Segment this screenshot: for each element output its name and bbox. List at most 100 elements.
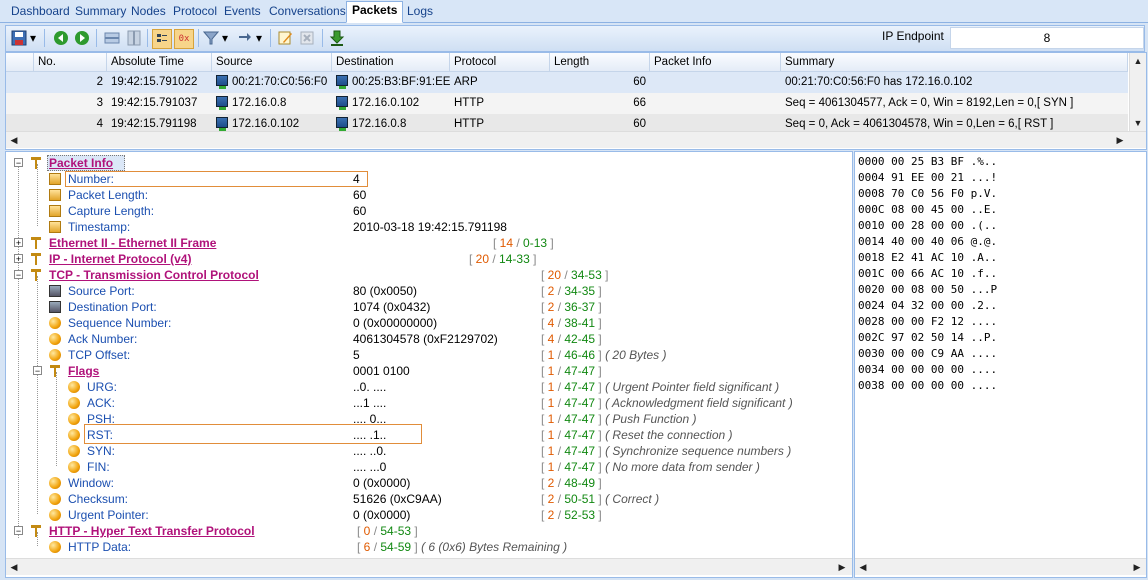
tree-node-ethernet[interactable]: + Ethernet II - Ethernet II Frame [ 14 /…	[6, 235, 846, 251]
tree-flag[interactable]: URG: ..0. .... [ 1 / 47-47 ] ( Urgent Po…	[6, 379, 846, 395]
tree-flag[interactable]: RST: .... .1.. [ 1 / 47-47 ] ( Reset the…	[6, 427, 846, 443]
column-header-destination[interactable]: Destination	[332, 53, 450, 72]
tree-node-tcp[interactable]: − TCP - Transmission Control Protocol [ …	[6, 267, 846, 283]
hex-line: 0028 00 00 F2 12 ....	[858, 315, 998, 328]
packet-table-vertical-scrollbar[interactable]: ▲ ▼	[1129, 53, 1146, 131]
column-header-absolute-time[interactable]: Absolute Time	[107, 53, 212, 72]
scroll-left-icon[interactable]: ◀	[6, 132, 22, 148]
tree-field[interactable]: Number: 4	[6, 171, 846, 187]
column-header-summary[interactable]: Summary	[781, 53, 1128, 72]
collapse-icon[interactable]: −	[14, 526, 23, 536]
scroll-right-icon[interactable]: ▶	[1129, 559, 1145, 575]
decode-icon[interactable]	[152, 29, 172, 49]
byte-range: [ 1 / 47-47 ] ( Acknowledgment field sig…	[541, 396, 793, 410]
field-value: 51626 (0xC9AA)	[353, 492, 442, 506]
tree-field[interactable]: Ack Number: 4061304578 (0xF2129702) [ 4 …	[6, 331, 846, 347]
tree-node-ip[interactable]: + IP - Internet Protocol (v4) [ 20 / 14-…	[6, 251, 846, 267]
network-adapter-icon	[216, 117, 228, 131]
toolbar: ▾ 0x ▾ ▾ IP Endpoint 8	[5, 25, 1145, 52]
tree-flag[interactable]: SYN: .... ..0. [ 1 / 47-47 ] ( Synchroni…	[6, 443, 846, 459]
panel-icon[interactable]	[125, 29, 143, 47]
byte-range: [ 4 / 42-45 ]	[541, 332, 602, 346]
delete-icon[interactable]	[298, 29, 316, 47]
tab-protocol[interactable]: Protocol	[168, 3, 222, 21]
tree-flag[interactable]: ACK: ...1 .... [ 1 / 47-47 ] ( Acknowled…	[6, 395, 846, 411]
table-row[interactable]: 2 19:42:15.791022 00:21:70:C0:56:F0 00:2…	[6, 72, 1128, 94]
cell-source: 00:21:70:C0:56:F0	[212, 72, 332, 93]
tree-field[interactable]: HTTP Data: [ 6 / 54-59 ] ( 6 (0x6) Bytes…	[6, 539, 846, 555]
hex-line: 002C 97 02 50 14 ..P.	[858, 331, 998, 344]
protocol-icon	[30, 237, 42, 249]
byte-range: [ 2 / 50-51 ] ( Correct )	[541, 492, 660, 506]
back-icon[interactable]	[52, 29, 70, 47]
tree-field[interactable]: Window: 0 (0x0000) [ 2 / 48-49 ]	[6, 475, 846, 491]
routes-dropdown-icon[interactable]: ▾	[254, 29, 264, 47]
tree-field[interactable]: Checksum: 51626 (0xC9AA) [ 2 / 50-51 ] (…	[6, 491, 846, 507]
tab-summary[interactable]: Summary	[70, 3, 131, 21]
field-bullet-icon	[49, 349, 61, 361]
field-icon	[49, 189, 61, 201]
field-bullet-icon	[68, 461, 80, 473]
tree-field[interactable]: Source Port: 80 (0x0050) [ 2 / 34-35 ]	[6, 283, 846, 299]
column-header-length[interactable]: Length	[550, 53, 650, 72]
scroll-left-icon[interactable]: ◀	[855, 559, 871, 575]
hex-horizontal-scrollbar[interactable]: ◀ ▶	[855, 558, 1146, 575]
byte-range: [ 20 / 14-33 ]	[469, 252, 537, 266]
hex-line: 0034 00 00 00 00 ....	[858, 363, 998, 376]
tree-flag[interactable]: FIN: .... ...0 [ 1 / 47-47 ] ( No more d…	[6, 459, 846, 475]
tab-dashboard[interactable]: Dashboard	[6, 3, 75, 21]
packet-table-horizontal-scrollbar[interactable]: ◀ ▶	[6, 131, 1146, 148]
field-value: 0 (0x0000)	[353, 508, 411, 522]
filter-dropdown-icon[interactable]: ▾	[220, 29, 230, 47]
tab-conversations[interactable]: Conversations	[264, 3, 351, 21]
flag-value: ...1 ....	[353, 396, 387, 410]
scroll-right-icon[interactable]: ▶	[834, 559, 850, 575]
collapse-icon[interactable]: −	[14, 270, 23, 280]
field-value: 1074 (0x0432)	[353, 300, 431, 314]
edit-icon[interactable]	[276, 29, 294, 47]
tab-events[interactable]: Events	[219, 3, 266, 21]
flag-value: .... ..0.	[353, 444, 387, 458]
column-header-protocol[interactable]: Protocol	[450, 53, 550, 72]
tree-flag[interactable]: PSH: .... 0... [ 1 / 47-47 ] ( Push Func…	[6, 411, 846, 427]
collapse-icon[interactable]: −	[14, 158, 23, 168]
scroll-left-icon[interactable]: ◀	[6, 559, 22, 575]
tab-logs[interactable]: Logs	[402, 3, 438, 21]
tree-field[interactable]: Capture Length: 60	[6, 203, 846, 219]
tree-horizontal-scrollbar[interactable]: ◀ ▶	[6, 558, 852, 575]
column-header-no[interactable]: No.	[34, 53, 107, 72]
forward-icon[interactable]	[73, 29, 91, 47]
cell-info	[650, 93, 781, 114]
byte-range: [ 20 / 34-53 ]	[541, 268, 609, 282]
layout-icon[interactable]	[103, 29, 121, 47]
tree-node-packet-info[interactable]: − Packet Info	[6, 155, 846, 171]
tree-field[interactable]: Urgent Pointer: 0 (0x0000) [ 2 / 52-53 ]	[6, 507, 846, 523]
download-icon[interactable]	[328, 29, 346, 47]
column-header-packet-info[interactable]: Packet Info	[650, 53, 781, 72]
table-row[interactable]: 3 19:42:15.791037 172.16.0.8 172.16.0.10…	[6, 93, 1128, 115]
column-header-source[interactable]: Source	[212, 53, 332, 72]
tree-field[interactable]: Destination Port: 1074 (0x0432) [ 2 / 36…	[6, 299, 846, 315]
hex-icon[interactable]: 0x	[174, 29, 194, 49]
scroll-right-icon[interactable]: ▶	[1112, 132, 1128, 148]
collapse-icon[interactable]: −	[33, 366, 42, 376]
scroll-down-icon[interactable]: ▼	[1130, 115, 1146, 131]
tree-node-http[interactable]: − HTTP - Hyper Text Transfer Protocol [ …	[6, 523, 846, 539]
expand-icon[interactable]: +	[14, 254, 23, 264]
filter-icon[interactable]	[202, 29, 220, 47]
field-bullet-icon	[68, 445, 80, 457]
routes-icon[interactable]	[236, 29, 254, 47]
dropdown-icon[interactable]: ▾	[28, 29, 38, 47]
tab-packets[interactable]: Packets	[346, 1, 404, 23]
tree-field[interactable]: TCP Offset: 5 [ 1 / 46-46 ] ( 20 Bytes )	[6, 347, 846, 363]
ip-endpoint-value[interactable]: 8	[950, 27, 1144, 49]
tab-nodes[interactable]: Nodes	[126, 3, 171, 21]
tree-field[interactable]: Timestamp: 2010-03-18 19:42:15.791198	[6, 219, 846, 235]
tree-field[interactable]: Sequence Number: 0 (0x00000000) [ 4 / 38…	[6, 315, 846, 331]
scroll-up-icon[interactable]: ▲	[1130, 53, 1146, 69]
save-icon[interactable]	[10, 29, 28, 47]
field-bullet-icon	[49, 509, 61, 521]
expand-icon[interactable]: +	[14, 238, 23, 248]
tree-field[interactable]: Packet Length: 60	[6, 187, 846, 203]
tree-node-flags[interactable]: − Flags 0001 0100 [ 1 / 47-47 ]	[6, 363, 846, 379]
